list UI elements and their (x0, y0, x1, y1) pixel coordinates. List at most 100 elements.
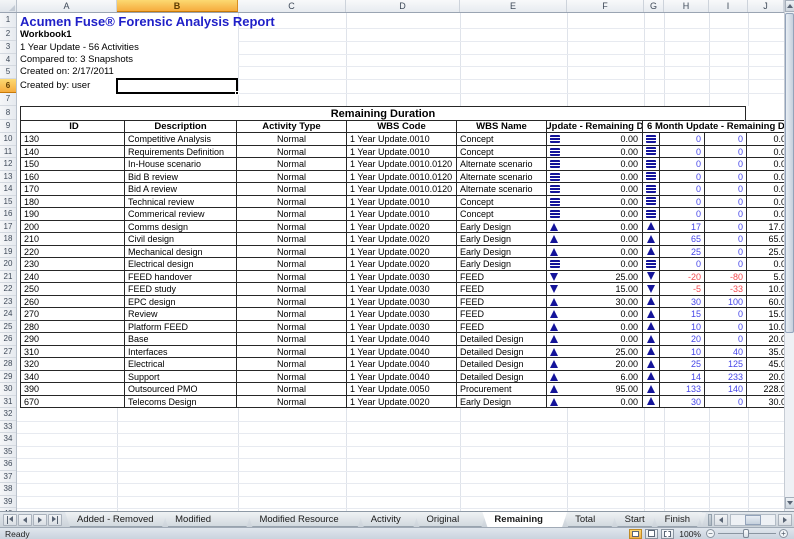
cell-wbs-code[interactable]: 1 Year Update.0010 (346, 133, 456, 146)
spreadsheet-grid[interactable]: Acumen Fuse® Forensic Analysis Report Wo… (17, 13, 784, 511)
cell-six-month-value[interactable]: 0.00 (746, 196, 784, 209)
cell-id[interactable]: 150 (20, 158, 124, 171)
cell-description[interactable]: Bid A review (124, 183, 236, 196)
cell-one-year-value[interactable]: 0.00 (546, 208, 642, 221)
column-header-j[interactable]: J (748, 0, 784, 12)
cell-delta[interactable]: 0 (659, 158, 704, 171)
cell-six-month-value[interactable]: 17.00 (746, 221, 784, 234)
cell-id[interactable]: 250 (20, 283, 124, 296)
cell-wbs-code[interactable]: 1 Year Update.0010.0120 (346, 171, 456, 184)
row-header-26[interactable]: 26 (0, 333, 16, 346)
cell-six-month-value[interactable]: 30.00 (746, 396, 784, 409)
cell-six-month-value[interactable]: 0.00 (746, 171, 784, 184)
cell-one-year-value[interactable]: 30.00 (546, 296, 642, 309)
row-header-15[interactable]: 15 (0, 196, 16, 209)
cell-percent-change[interactable]: 0 (704, 146, 746, 159)
cell-activity-type[interactable]: Normal (236, 371, 346, 384)
vertical-scrollbar[interactable] (784, 0, 794, 511)
row-header-14[interactable]: 14 (0, 183, 16, 196)
cell-wbs-name[interactable]: Concept (456, 133, 546, 146)
row-header-35[interactable]: 35 (0, 446, 16, 459)
cell-one-year-value[interactable]: 25.00 (546, 271, 642, 284)
cell-activity-type[interactable]: Normal (236, 146, 346, 159)
cell-six-month-value[interactable]: 0.00 (746, 133, 784, 146)
cell-wbs-code[interactable]: 1 Year Update.0030 (346, 321, 456, 334)
zoom-out-button[interactable]: − (706, 529, 715, 538)
cell-id[interactable]: 270 (20, 308, 124, 321)
cell-delta[interactable]: 0 (659, 258, 704, 271)
header-one-year-update[interactable]: 1 Year Update - Remaining Duration (546, 120, 642, 133)
cell-activity-type[interactable]: Normal (236, 396, 346, 409)
row-header-31[interactable]: 31 (0, 396, 16, 409)
cell-wbs-name[interactable]: Early Design (456, 258, 546, 271)
row-header-22[interactable]: 22 (0, 283, 16, 296)
cell-trend-icon[interactable] (642, 208, 659, 221)
cell-wbs-name[interactable]: Concept (456, 146, 546, 159)
row-header-13[interactable]: 13 (0, 171, 16, 184)
cell-percent-change[interactable]: 0 (704, 258, 746, 271)
cell-id[interactable]: 390 (20, 383, 124, 396)
cell-six-month-value[interactable]: 0.00 (746, 158, 784, 171)
sheet-tab-modified-resource-assignments[interactable]: Modified Resource Assignments (247, 512, 362, 527)
cell-trend-icon[interactable] (642, 346, 659, 359)
selected-cell-b6[interactable] (116, 78, 238, 94)
cell-one-year-value[interactable]: 95.00 (546, 383, 642, 396)
row-header-24[interactable]: 24 (0, 308, 16, 321)
row-header-27[interactable]: 27 (0, 346, 16, 359)
cell-percent-change[interactable]: 0 (704, 133, 746, 146)
cell-one-year-value[interactable]: 0.00 (546, 308, 642, 321)
row-header-1[interactable]: 1 (0, 13, 16, 28)
next-sheet-button[interactable] (33, 514, 47, 526)
cell-wbs-code[interactable]: 1 Year Update.0020 (346, 258, 456, 271)
cell-wbs-code[interactable]: 1 Year Update.0010.0120 (346, 158, 456, 171)
row-header-4[interactable]: 4 (0, 54, 16, 66)
cell-percent-change[interactable]: 0 (704, 321, 746, 334)
column-header-c[interactable]: C (238, 0, 346, 12)
row-header-5[interactable]: 5 (0, 66, 16, 79)
cell-one-year-value[interactable]: 0.00 (546, 258, 642, 271)
cell-trend-icon[interactable] (642, 196, 659, 209)
cell-delta[interactable]: 0 (659, 208, 704, 221)
cell-id[interactable]: 340 (20, 371, 124, 384)
cell-id[interactable]: 180 (20, 196, 124, 209)
cell-wbs-name[interactable]: Early Design (456, 233, 546, 246)
cell-one-year-value[interactable]: 20.00 (546, 358, 642, 371)
cell-one-year-value[interactable]: 25.00 (546, 346, 642, 359)
cell-activity-type[interactable]: Normal (236, 133, 346, 146)
cell-one-year-value[interactable]: 0.00 (546, 158, 642, 171)
row-header-10[interactable]: 10 (0, 133, 16, 146)
cell-delta[interactable]: 65 (659, 233, 704, 246)
cell-wbs-name[interactable]: FEED (456, 283, 546, 296)
cell-six-month-value[interactable]: 228.00 (746, 383, 784, 396)
cell-trend-icon[interactable] (642, 321, 659, 334)
cell-one-year-value[interactable]: 15.00 (546, 283, 642, 296)
cell-one-year-value[interactable]: 0.00 (546, 333, 642, 346)
cell-activity-type[interactable]: Normal (236, 296, 346, 309)
cell-activity-type[interactable]: Normal (236, 221, 346, 234)
row-header-6[interactable]: 6 (0, 79, 16, 93)
cell-description[interactable]: Interfaces (124, 346, 236, 359)
cell-description[interactable]: Outsourced PMO (124, 383, 236, 396)
cell-one-year-value[interactable]: 0.00 (546, 171, 642, 184)
first-sheet-button[interactable] (3, 514, 17, 526)
cell-wbs-code[interactable]: 1 Year Update.0040 (346, 371, 456, 384)
cell-wbs-name[interactable]: Procurement (456, 383, 546, 396)
cell-description[interactable]: Support (124, 371, 236, 384)
cell-wbs-code[interactable]: 1 Year Update.0030 (346, 283, 456, 296)
cell-percent-change[interactable]: 0 (704, 171, 746, 184)
table-title[interactable]: Remaining Duration (20, 106, 746, 120)
cell-activity-type[interactable]: Normal (236, 246, 346, 259)
cell-activity-type[interactable]: Normal (236, 346, 346, 359)
cell-trend-icon[interactable] (642, 246, 659, 259)
row-header-25[interactable]: 25 (0, 321, 16, 334)
cell-percent-change[interactable]: 140 (704, 383, 746, 396)
scroll-up-button[interactable] (785, 0, 794, 12)
cell-trend-icon[interactable] (642, 396, 659, 409)
cell-description[interactable]: FEED study (124, 283, 236, 296)
cell-wbs-name[interactable]: Detailed Design (456, 346, 546, 359)
cell-one-year-value[interactable]: 0.00 (546, 183, 642, 196)
header-id[interactable]: ID (20, 120, 124, 133)
cell-one-year-value[interactable]: 0.00 (546, 133, 642, 146)
normal-view-button[interactable] (629, 529, 642, 539)
cell-description[interactable]: Review (124, 308, 236, 321)
